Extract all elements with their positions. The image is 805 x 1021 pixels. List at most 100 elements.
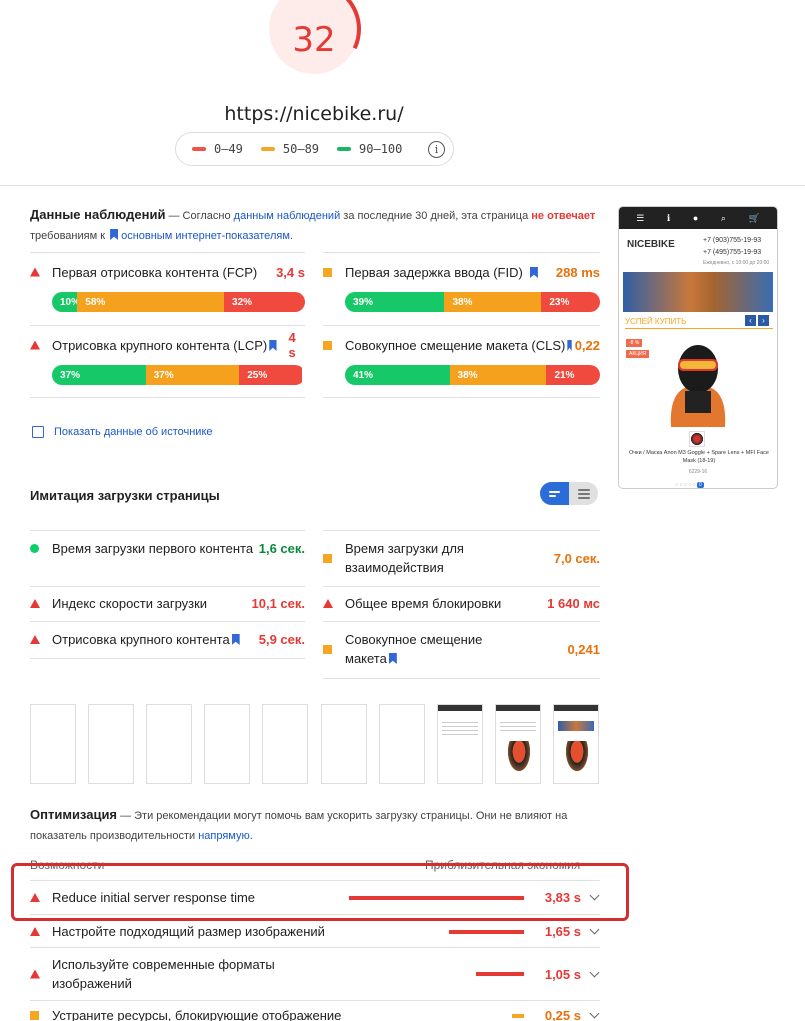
divider [30, 252, 305, 253]
opportunity-modern-formats[interactable]: Используйте современные форматы изображе… [30, 955, 600, 993]
bookmark-icon [269, 340, 277, 351]
divider [30, 947, 600, 948]
field-metric-cls: Совокупное смещение макета (CLS) 0,22 41%… [323, 335, 600, 385]
compact-view-button[interactable] [540, 482, 569, 505]
divider [30, 397, 305, 398]
pagination-dots: ○ ○ ○ ○ ○ 0 [675, 482, 704, 488]
cart-icon: 🛒 [748, 212, 760, 223]
product-thumbnail [689, 431, 705, 447]
carousel-arrows: ‹ › [745, 315, 769, 326]
fail-icon [30, 599, 40, 608]
page-url: https://nicebike.ru/ [224, 103, 404, 125]
divider [30, 1000, 600, 1001]
product-title: Очки / Маска Anon M3 Goggle + Spare Lens… [629, 450, 769, 464]
working-hours: Ежедневно, с 10:00 до 20:00 [703, 260, 770, 266]
phone-numbers: +7 (903)755-19-93 +7 (495)755-19-93 [703, 237, 762, 256]
fail-status: не отвечает [531, 210, 596, 222]
savings-bar [512, 1013, 524, 1018]
divider [30, 325, 305, 326]
discount-badge: -8 % [626, 339, 643, 347]
average-icon [323, 553, 332, 563]
promo-badge: АКЦИЯ [626, 350, 650, 358]
checkbox[interactable] [32, 426, 44, 438]
average-icon [30, 1011, 39, 1020]
filmstrip-frame [437, 704, 483, 784]
fail-icon [30, 340, 40, 350]
promo-banner [623, 272, 773, 312]
lab-metric-fcp: Время загрузки первого контента 1,6 сек. [30, 539, 305, 558]
distribution-bar: 37% 37% 25% [52, 365, 305, 385]
filmstrip-frame [30, 704, 76, 784]
divider [323, 586, 600, 587]
search-icon: ⌕ [720, 212, 726, 223]
detailed-view-button[interactable] [569, 482, 598, 505]
bookmark-icon [529, 267, 538, 278]
filmstrip-frame [146, 704, 192, 784]
optimization-intro: Оптимизация — Эти рекомендации могут пом… [30, 807, 568, 842]
divider [323, 397, 600, 398]
divider [0, 185, 805, 186]
site-logo: NICEBIKE [627, 239, 675, 250]
field-metric-fcp: Первая отрисовка контента (FCP) 3,4 s 10%… [30, 262, 305, 312]
legend-item-bad: 0–49 [192, 142, 243, 156]
fail-icon [323, 599, 333, 608]
filmstrip-frame [321, 704, 367, 784]
average-icon [323, 644, 332, 654]
opportunity-render-blocking[interactable]: Устраните ресурсы, блокирующие отображен… [30, 1006, 600, 1021]
lab-metric-cls: Совокупное смещение макета 0,241 [323, 630, 600, 668]
filmstrip-frame [262, 704, 308, 784]
final-screenshot: ☰ ℹ ● ⌕ 🛒 NICEBIKE +7 (903)755-19-93 +7 … [618, 206, 778, 489]
chevron-right-icon: › [758, 315, 769, 326]
divider [323, 530, 600, 531]
product-code: 6229-16 [688, 469, 708, 475]
divider [30, 621, 305, 622]
divider [323, 621, 600, 622]
field-metric-fid: Первая задержка ввода (FID) 288 ms 39% 38%… [323, 262, 600, 312]
lab-data-title: Имитация загрузки страницы [30, 488, 220, 503]
field-data-intro: Данные наблюдений — Согласно данным набл… [30, 207, 596, 242]
divider [323, 252, 600, 253]
savings-bar [476, 972, 524, 976]
info-icon: ℹ [666, 212, 671, 223]
distribution-bar: 39% 38% 23% [345, 292, 600, 312]
core-web-vitals-link[interactable]: основным интернет-показателям [121, 230, 290, 242]
menu-icon: ☰ [636, 212, 645, 223]
divider [30, 530, 305, 531]
chevron-down-icon[interactable] [589, 967, 600, 977]
directly-link[interactable]: напрямую [198, 830, 250, 842]
field-data-link[interactable]: данным наблюдений [234, 210, 341, 222]
chevron-down-icon[interactable] [589, 924, 600, 935]
view-toggle[interactable] [540, 482, 598, 505]
divider [30, 586, 305, 587]
fail-icon [30, 635, 40, 644]
distribution-bar: 41% 38% 21% [345, 365, 600, 385]
filmstrip-frame [204, 704, 250, 784]
legend-item-average: 50–89 [260, 142, 319, 156]
optimization-title: Оптимизация [30, 807, 118, 822]
filmstrip-frame [553, 704, 599, 784]
distribution-bar: 10% 58% 32% [52, 292, 305, 312]
divider [323, 678, 600, 679]
fail-icon [30, 267, 40, 277]
opportunity-image-size[interactable]: Настройте подходящий размер изображений … [30, 922, 600, 941]
divider [30, 658, 305, 659]
user-icon: ● [692, 213, 699, 223]
divider [323, 325, 600, 326]
field-metric-lcp: Отрисовка крупного контента (LCP) 4 s 37%… [30, 330, 305, 385]
info-icon[interactable]: i [428, 140, 445, 158]
show-origin-data-toggle[interactable]: Показать данные об источнике [32, 426, 213, 438]
chevron-down-icon[interactable] [589, 1008, 600, 1019]
fail-icon [30, 969, 40, 979]
average-icon [323, 267, 332, 277]
pass-icon [30, 544, 39, 553]
lab-metric-tbt: Общее время блокировки 1 640 мс [323, 594, 600, 613]
field-data-title: Данные наблюдений [30, 207, 166, 222]
chevron-left-icon: ‹ [745, 315, 756, 326]
bookmark-icon [388, 653, 397, 664]
savings-bar [449, 929, 524, 934]
bookmark-icon [110, 229, 119, 240]
bookmark-icon [231, 634, 240, 645]
product-image [670, 345, 726, 427]
filmstrip-frame [379, 704, 425, 784]
bookmark-icon [567, 340, 572, 351]
